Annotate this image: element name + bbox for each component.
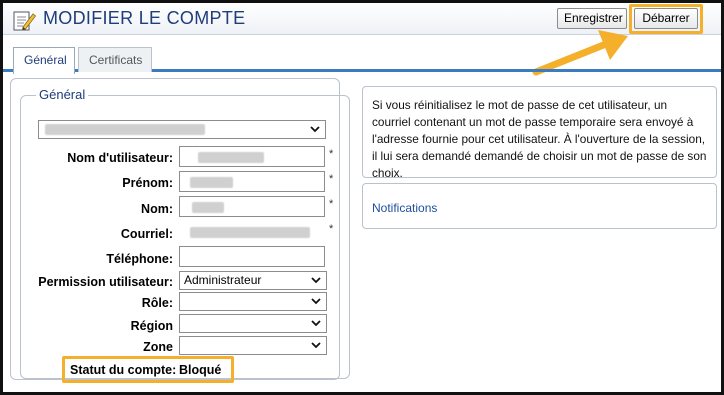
account-status-label: Statut du compte:: [70, 363, 177, 377]
required-marker: *: [329, 223, 334, 235]
email-field[interactable]: [179, 221, 325, 242]
account-status-value: Bloqué: [179, 363, 222, 377]
redacted-value: [190, 227, 310, 238]
edit-document-icon: [13, 11, 37, 31]
password-info-box: Si vous réinitialisez le mot de passe de…: [362, 86, 717, 180]
unlock-highlight-box: [629, 4, 703, 34]
required-marker: *: [329, 198, 334, 210]
phone-label: Téléphone:: [106, 252, 173, 266]
tab-general[interactable]: Général: [13, 47, 75, 74]
permission-select[interactable]: Administrateur: [179, 271, 327, 290]
firstname-label: Prénom:: [122, 176, 173, 190]
fieldset-legend: Général: [36, 87, 89, 102]
chevron-down-icon: [311, 277, 321, 284]
account-select[interactable]: [38, 120, 326, 139]
tab-strip: Général Certificats: [3, 42, 721, 74]
redacted-value: [192, 202, 224, 213]
notifications-link[interactable]: Notifications: [372, 201, 437, 215]
region-label: Région: [130, 319, 173, 333]
firstname-field[interactable]: [179, 171, 325, 192]
role-label: Rôle:: [141, 296, 173, 310]
role-select[interactable]: [179, 292, 327, 311]
chevron-down-icon: [310, 126, 320, 133]
redacted-value: [198, 152, 264, 163]
page-title: MODIFIER LE COMPTE: [43, 8, 246, 28]
email-label: Courriel:: [120, 227, 173, 241]
tab-certificates[interactable]: Certificats: [78, 47, 152, 72]
redacted-value: [45, 124, 205, 135]
permission-label: Permission utilisateur:: [38, 275, 173, 289]
chevron-down-icon: [311, 342, 321, 349]
lastname-field[interactable]: [179, 196, 325, 217]
phone-field[interactable]: [179, 246, 325, 267]
chevron-down-icon: [311, 320, 321, 327]
username-field[interactable]: [179, 146, 325, 167]
required-marker: *: [329, 173, 334, 185]
username-label: Nom d'utilisateur:: [67, 151, 173, 165]
chevron-down-icon: [311, 298, 321, 305]
zone-label: Zone: [143, 340, 173, 354]
region-select[interactable]: [179, 314, 327, 333]
permission-value: Administrateur: [184, 273, 262, 287]
redacted-value: [190, 177, 233, 188]
zone-select[interactable]: [179, 336, 327, 355]
lastname-label: Nom:: [141, 202, 173, 216]
required-marker: *: [329, 148, 334, 160]
